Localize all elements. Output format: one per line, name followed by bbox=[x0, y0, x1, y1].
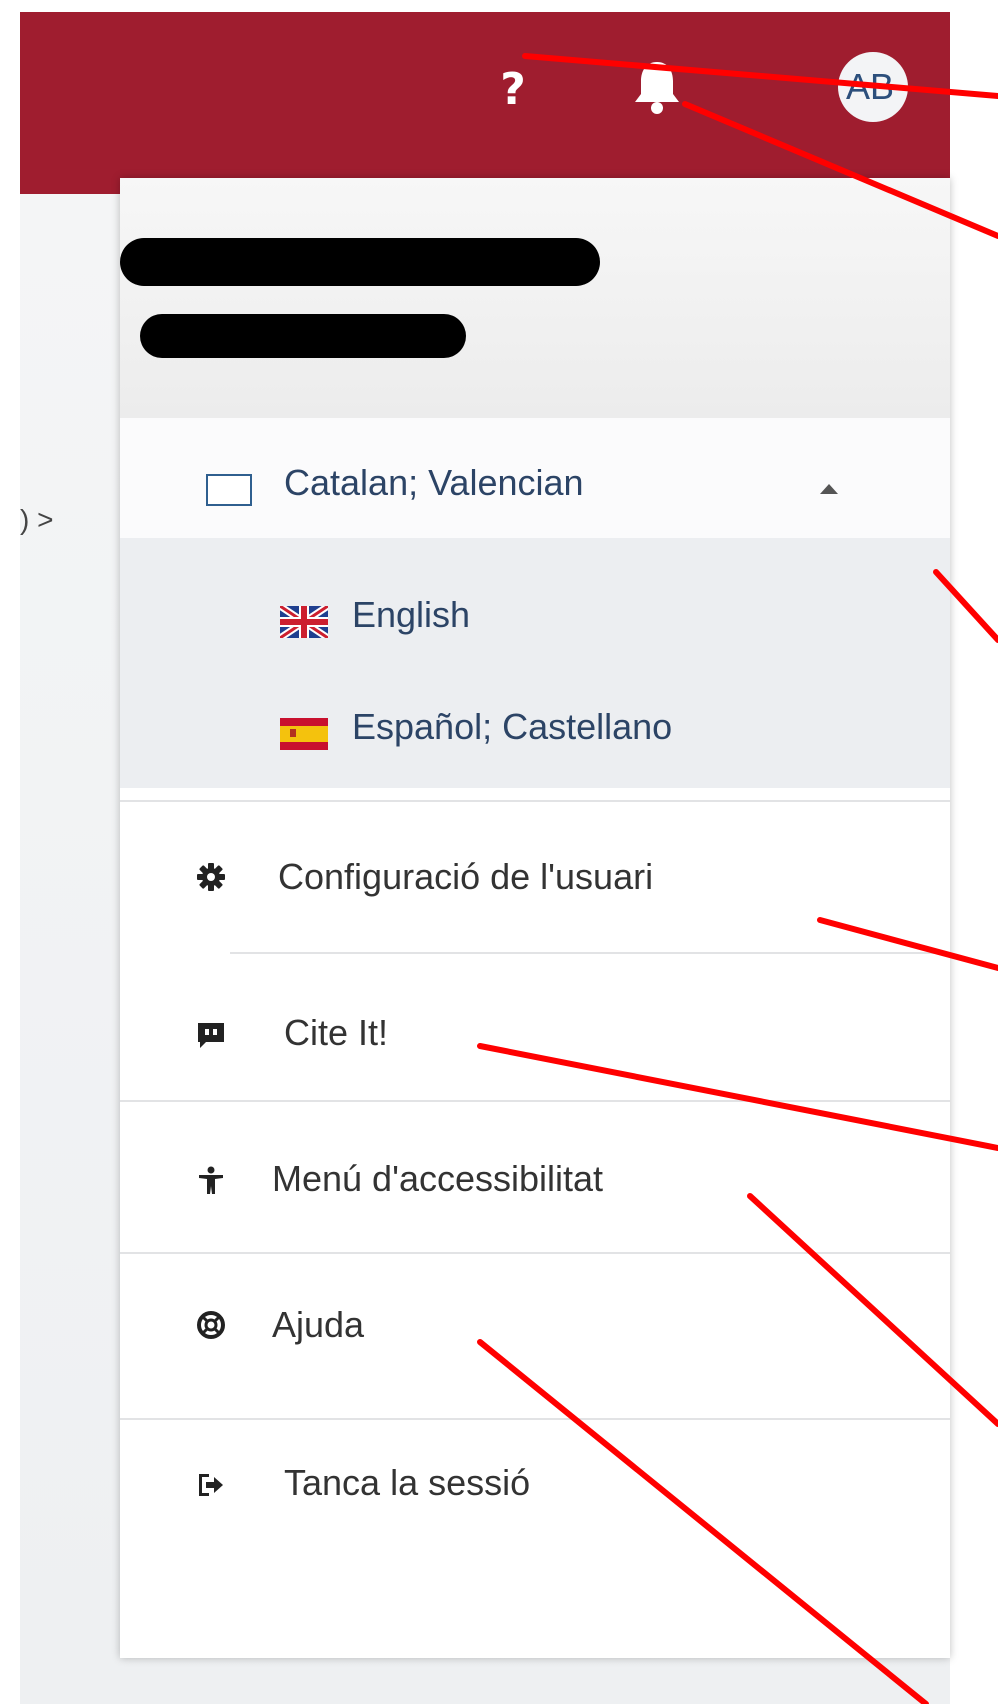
annotation-line bbox=[817, 917, 998, 971]
annotation-line bbox=[747, 1193, 998, 1427]
annotation-line bbox=[522, 53, 998, 99]
annotation-line bbox=[682, 101, 998, 239]
annotation-line bbox=[477, 1339, 929, 1704]
annotation-overlay bbox=[477, 53, 998, 1704]
annotation-line bbox=[477, 1043, 998, 1151]
annotation-line bbox=[933, 569, 998, 643]
